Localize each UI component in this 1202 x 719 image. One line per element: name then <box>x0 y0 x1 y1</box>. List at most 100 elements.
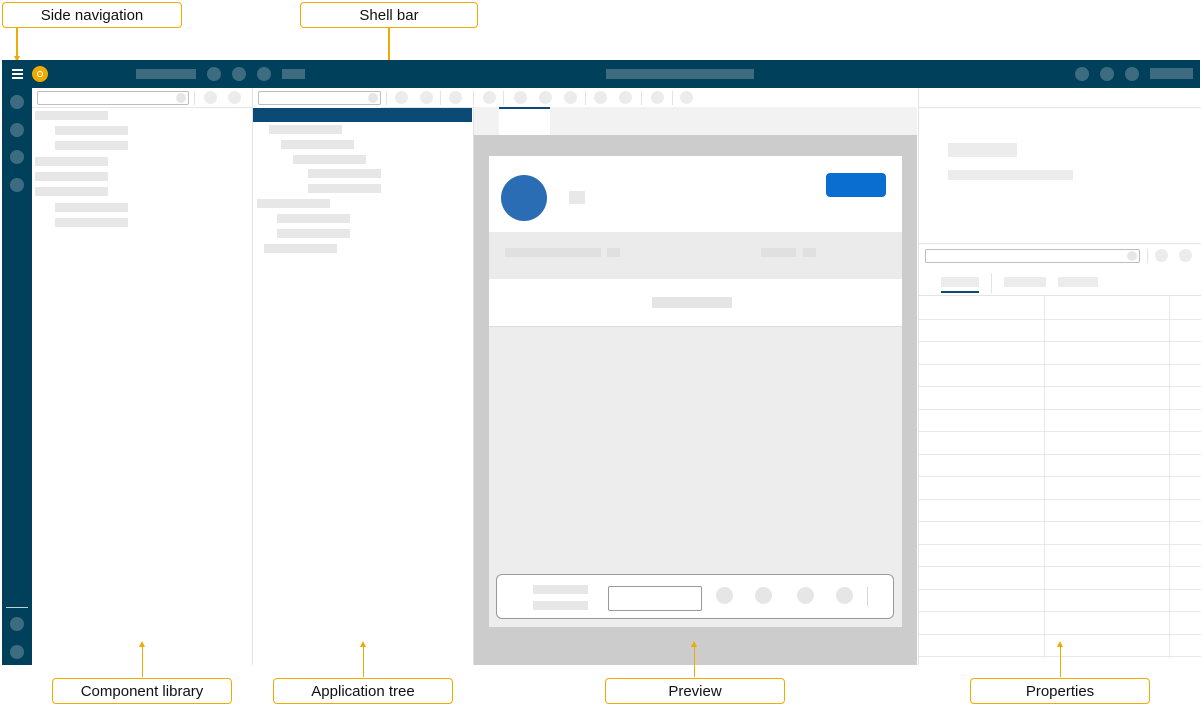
tree-row-selected[interactable] <box>253 108 472 122</box>
tree-search-input[interactable] <box>258 91 381 105</box>
toolbar-icon[interactable] <box>420 91 433 104</box>
toolbar-icon[interactable] <box>395 91 408 104</box>
footer-label <box>533 585 588 594</box>
property-grid-row-line <box>919 633 1201 635</box>
shell-user-placeholder[interactable] <box>1150 68 1193 79</box>
side-nav-item-icon[interactable] <box>10 178 24 192</box>
property-grid-row-line <box>919 431 1201 432</box>
library-item[interactable] <box>55 203 128 212</box>
main-toolbar <box>381 88 917 108</box>
side-nav-bottom-icon[interactable] <box>10 617 24 631</box>
tree-item[interactable] <box>277 229 350 238</box>
library-toolbar-icon[interactable] <box>204 91 217 104</box>
properties-subtitle <box>948 170 1073 180</box>
tree-item[interactable] <box>308 169 381 178</box>
tree-item[interactable] <box>293 155 366 164</box>
shell-right-action-icon[interactable] <box>1100 67 1114 81</box>
footer-action-icon[interactable] <box>716 587 733 604</box>
property-grid-row-line <box>919 588 1201 590</box>
side-nav-item-icon[interactable] <box>10 123 24 137</box>
preview-primary-button[interactable] <box>826 173 886 197</box>
properties-header-divider <box>919 107 1201 108</box>
library-item[interactable] <box>55 218 128 227</box>
properties-title <box>948 143 1017 157</box>
component-search-input[interactable] <box>37 91 189 105</box>
property-grid-row-line <box>919 498 1201 500</box>
subheader-field <box>803 248 816 257</box>
side-nav-item-icon[interactable] <box>10 95 24 109</box>
toolbar-icon[interactable] <box>651 91 664 104</box>
footer-action-icon[interactable] <box>797 587 814 604</box>
shell-action-icon[interactable] <box>232 67 246 81</box>
toolbar-icon[interactable] <box>619 91 632 104</box>
toolbar-separator <box>585 91 586 105</box>
tree-item[interactable] <box>277 214 350 223</box>
callout-side-navigation-line <box>16 28 18 58</box>
callout-application-tree-label: Application tree <box>311 682 415 700</box>
properties-section-divider <box>919 243 1201 244</box>
shell-menu-placeholder[interactable] <box>282 69 305 79</box>
toolbar-separator <box>672 91 673 105</box>
library-toolbar-icon[interactable] <box>228 91 241 104</box>
shell-action-icon[interactable] <box>207 67 221 81</box>
product-logo-icon[interactable] <box>32 66 48 82</box>
callout-shell-bar: Shell bar <box>300 2 478 28</box>
callout-properties: Properties <box>970 678 1150 704</box>
tree-item[interactable] <box>308 184 381 193</box>
toolbar-icon[interactable] <box>514 91 527 104</box>
library-item[interactable] <box>35 187 108 196</box>
shell-right-action-icon[interactable] <box>1075 67 1089 81</box>
property-grid-column-line <box>1044 296 1045 658</box>
properties-panel <box>918 88 1201 665</box>
tree-item[interactable] <box>269 125 342 134</box>
callout-component-library-line <box>141 646 143 677</box>
preview-footer-toolbar <box>496 574 894 619</box>
properties-tab[interactable] <box>1004 277 1046 287</box>
side-nav-item-icon[interactable] <box>10 150 24 164</box>
shell-center-title-placeholder <box>606 69 754 79</box>
property-grid-row-line <box>919 476 1201 477</box>
preview-content-row <box>489 279 902 327</box>
property-grid-row-line <box>919 386 1201 387</box>
preview-device-frame <box>489 156 902 627</box>
properties-tab[interactable] <box>1058 277 1098 287</box>
toolbar-icon[interactable] <box>449 91 462 104</box>
callout-properties-line <box>1059 646 1061 677</box>
side-navigation <box>2 88 32 665</box>
search-icon <box>368 93 378 103</box>
toolbar-icon[interactable] <box>539 91 552 104</box>
library-item[interactable] <box>35 157 108 166</box>
toolbar-separator <box>1147 249 1148 263</box>
property-grid-row-line <box>919 363 1201 365</box>
library-item[interactable] <box>55 126 128 135</box>
component-library-panel <box>32 88 253 665</box>
footer-action-icon[interactable] <box>755 587 772 604</box>
library-item[interactable] <box>35 111 108 120</box>
hamburger-menu-icon[interactable] <box>12 69 23 79</box>
properties-search-input[interactable] <box>925 249 1140 263</box>
footer-input[interactable] <box>608 586 702 611</box>
tree-item[interactable] <box>264 244 337 253</box>
library-item[interactable] <box>55 141 128 150</box>
side-nav-bottom-icon[interactable] <box>10 645 24 659</box>
preview-tab-active[interactable] <box>499 107 550 135</box>
toolbar-icon[interactable] <box>594 91 607 104</box>
callout-side-navigation: Side navigation <box>2 2 182 28</box>
properties-tab-active[interactable] <box>941 277 979 287</box>
shell-right-action-icon[interactable] <box>1125 67 1139 81</box>
properties-toolbar-icon[interactable] <box>1155 249 1168 262</box>
tree-item[interactable] <box>281 140 354 149</box>
property-grid-row-line <box>919 408 1201 410</box>
toolbar-icon[interactable] <box>483 91 496 104</box>
toolbar-icon[interactable] <box>564 91 577 104</box>
property-grid-row-line <box>919 611 1201 612</box>
panel-header-divider <box>32 107 252 108</box>
callout-properties-label: Properties <box>1025 682 1095 700</box>
library-item[interactable] <box>35 172 108 181</box>
shell-action-icon[interactable] <box>257 67 271 81</box>
footer-action-icon[interactable] <box>836 587 853 604</box>
properties-toolbar-icon[interactable] <box>1179 249 1192 262</box>
tree-item[interactable] <box>257 199 330 208</box>
toolbar-icon[interactable] <box>680 91 693 104</box>
property-grid-row-line <box>919 566 1201 567</box>
